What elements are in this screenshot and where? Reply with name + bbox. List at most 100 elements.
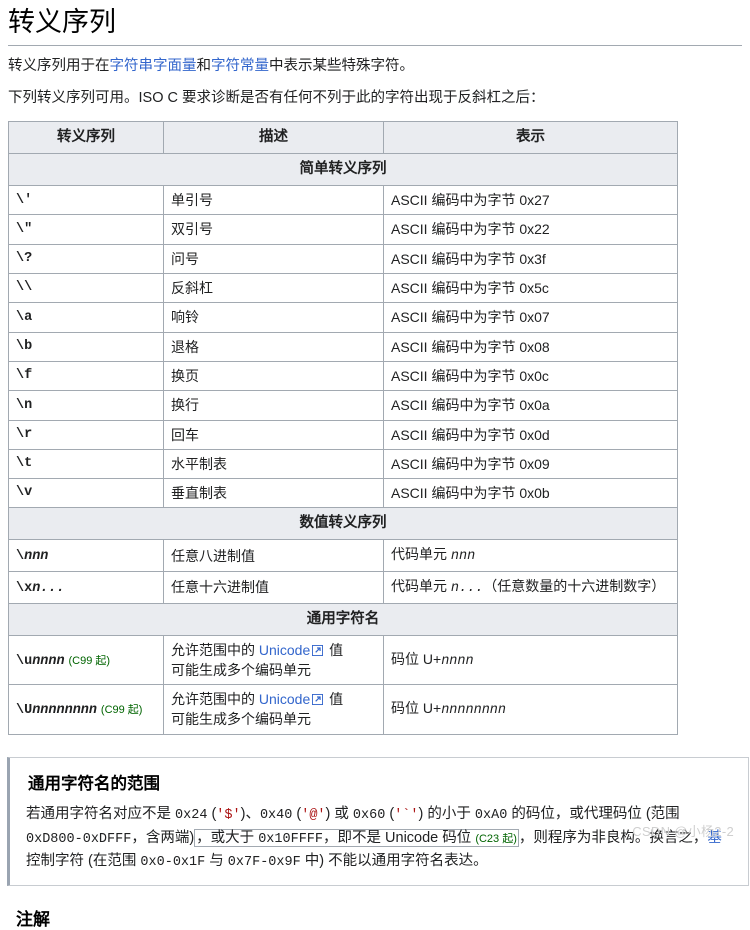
table-row: \b 退格 ASCII 编码中为字节 0x08 xyxy=(8,331,678,362)
representation-placeholder: n... xyxy=(450,581,484,596)
code-0x24: 0x24 xyxy=(175,807,208,823)
cell-description: 反斜杠 xyxy=(163,273,384,304)
sequence-placeholder: nnnn xyxy=(32,653,65,669)
description-suffix: 值 xyxy=(325,641,344,658)
cell-sequence: \r xyxy=(8,419,164,450)
code-0x0: 0x0 xyxy=(140,855,165,871)
note-text: 中) 不能以通用字符名表达。 xyxy=(300,853,488,870)
cell-representation: 代码单元 n...（任意数量的十六进制数字） xyxy=(383,571,678,604)
table-row: \' 单引号 ASCII 编码中为字节 0x27 xyxy=(8,185,678,216)
representation-prefix: 代码单元 xyxy=(391,578,451,594)
note-text: ) 或 xyxy=(325,805,353,822)
link-character-constant[interactable]: 字符常量 xyxy=(211,58,269,74)
section-title-numeric: 数值转义序列 xyxy=(8,507,678,541)
notes-section-heading: 注解 xyxy=(16,910,50,930)
code-0x60: 0x60 xyxy=(352,807,386,823)
cell-description: 换页 xyxy=(163,360,384,392)
note-text: 若通用字符名对应不是 xyxy=(26,805,176,822)
cell-representation: 代码单元 nnn xyxy=(383,539,678,572)
since-badge-c23: (C23 起) xyxy=(475,832,517,845)
cell-representation: ASCII 编码中为字节 0x3f xyxy=(383,243,678,275)
external-link-icon xyxy=(312,644,324,656)
intro-text-suffix: 中表示某些特殊字符。 xyxy=(269,57,414,74)
table-row: \? 问号 ASCII 编码中为字节 0x3f xyxy=(8,243,678,275)
cell-representation: ASCII 编码中为字节 0x0d xyxy=(383,419,678,450)
cell-description: 水平制表 xyxy=(163,448,384,480)
note-text: ，含两端) xyxy=(131,829,195,846)
intro-text-mid: 和 xyxy=(196,57,212,74)
code-dash: - xyxy=(260,855,269,871)
cell-representation: ASCII 编码中为字节 0x09 xyxy=(383,448,678,480)
cell-sequence: \\ xyxy=(8,273,164,304)
link-unicode[interactable]: Unicode xyxy=(259,642,310,658)
code-0xD800: 0xD800 xyxy=(26,831,75,847)
representation-prefix: 码位 U+ xyxy=(391,700,442,717)
page-title: 转义序列 xyxy=(8,6,742,46)
cell-representation: ASCII 编码中为字节 0x22 xyxy=(383,214,678,245)
note-text: 控制字符 (在范围 xyxy=(26,853,141,870)
code-0x10FFFF: 0x10FFFF xyxy=(258,831,324,847)
link-string-literal[interactable]: 字符串字面量 xyxy=(110,58,197,74)
cell-description: 任意十六进制值 xyxy=(163,571,384,604)
code-0x9F: 0x9F xyxy=(268,855,301,871)
code-0x1F: 0x1F xyxy=(172,855,206,871)
escape-sequence-table: 转义序列 描述 表示 简单转义序列 \' 单引号 ASCII 编码中为字节 0x… xyxy=(8,121,678,735)
representation-placeholder: nnnn xyxy=(441,653,474,669)
cell-representation: ASCII 编码中为字节 0x0c xyxy=(383,360,678,392)
code-0x7F: 0x7F xyxy=(227,855,261,871)
article-page: 转义序列 转义序列用于在字符串字面量和字符常量中表示某些特殊字符。 下列转义序列… xyxy=(0,6,750,930)
cell-representation: ASCII 编码中为字节 0x5c xyxy=(383,273,678,304)
note-text: 与 xyxy=(205,853,228,870)
table-row: \r 回车 ASCII 编码中为字节 0x0d xyxy=(8,419,678,450)
table-row: \Unnnnnnnn (C99 起) 允许范围中的 Unicode 值可能生成多… xyxy=(8,684,678,735)
table-header-row: 转义序列 描述 表示 xyxy=(8,121,678,155)
sequence-placeholder: nnnnnnnn xyxy=(32,703,98,719)
cell-sequence: \" xyxy=(8,214,164,245)
sequence-prefix: \u xyxy=(16,653,33,669)
link-unicode[interactable]: Unicode xyxy=(259,691,310,707)
note-text: ，即不是 Unicode 码位 xyxy=(323,829,472,846)
cell-sequence: \xn... xyxy=(8,571,164,604)
cell-description: 允许范围中的 Unicode 值可能生成多个编码单元 xyxy=(163,684,384,735)
cell-description: 双引号 xyxy=(163,214,384,245)
cell-description: 问号 xyxy=(163,243,384,275)
intro-paragraph-2: 下列转义序列可用。ISO C 要求诊断是否有任何不列于此的字符出现于反斜杠之后： xyxy=(8,89,545,106)
description-line2: 可能生成多个编码单元 xyxy=(171,711,311,728)
representation-suffix: （任意数量的十六进制数字） xyxy=(483,578,666,594)
cell-representation: ASCII 编码中为字节 0x08 xyxy=(383,331,678,362)
cell-description: 任意八进制值 xyxy=(163,539,384,572)
note-text: ( xyxy=(207,805,217,822)
since-badge: (C99 起) xyxy=(68,654,111,667)
cell-description: 换行 xyxy=(163,390,384,421)
table-row: \n 换行 ASCII 编码中为字节 0x0a xyxy=(8,390,678,421)
section-header-row-ucn: 通用字符名 xyxy=(8,602,678,636)
note-text: ，或大于 xyxy=(196,829,259,846)
note-text: ( xyxy=(385,805,395,822)
description-prefix: 允许范围中的 xyxy=(171,691,259,708)
external-link-icon xyxy=(312,694,324,706)
cell-description: 垂直制表 xyxy=(163,478,384,509)
cell-description: 回车 xyxy=(163,419,384,450)
note-text: )、 xyxy=(240,805,260,822)
cell-representation: 码位 U+nnnnnnnn xyxy=(383,684,678,735)
cell-sequence: \b xyxy=(8,331,164,362)
cell-representation: ASCII 编码中为字节 0x07 xyxy=(383,302,678,333)
table-row: \t 水平制表 ASCII 编码中为字节 0x09 xyxy=(8,448,678,480)
table-row: \a 响铃 ASCII 编码中为字节 0x07 xyxy=(8,302,678,333)
table-row: \\ 反斜杠 ASCII 编码中为字节 0x5c xyxy=(8,273,678,304)
note-box-body: 若通用字符名对应不是 0x24 ('$')、0x40 ('@') 或 0x60 … xyxy=(26,803,736,875)
cell-sequence: \nnn xyxy=(8,539,164,572)
text-selection-highlight[interactable]: ，或大于 0x10FFFF，即不是 Unicode 码位 (C23 起) xyxy=(194,828,519,847)
code-0xA0: 0xA0 xyxy=(474,807,508,823)
cell-sequence: \Unnnnnnnn (C99 起) xyxy=(8,684,164,735)
column-header-representation: 表示 xyxy=(383,121,678,155)
code-dash: - xyxy=(164,855,173,871)
representation-prefix: 码位 U+ xyxy=(391,650,442,667)
sequence-placeholder: n... xyxy=(32,581,65,596)
table-row: \unnnn (C99 起) 允许范围中的 Unicode 值可能生成多个编码单… xyxy=(8,634,678,686)
code-backtick-char: '`' xyxy=(394,807,419,823)
note-text: ( xyxy=(292,805,302,822)
since-badge: (C99 起) xyxy=(100,704,143,717)
section-title-ucn: 通用字符名 xyxy=(8,602,678,636)
sequence-prefix: \x xyxy=(16,581,33,596)
